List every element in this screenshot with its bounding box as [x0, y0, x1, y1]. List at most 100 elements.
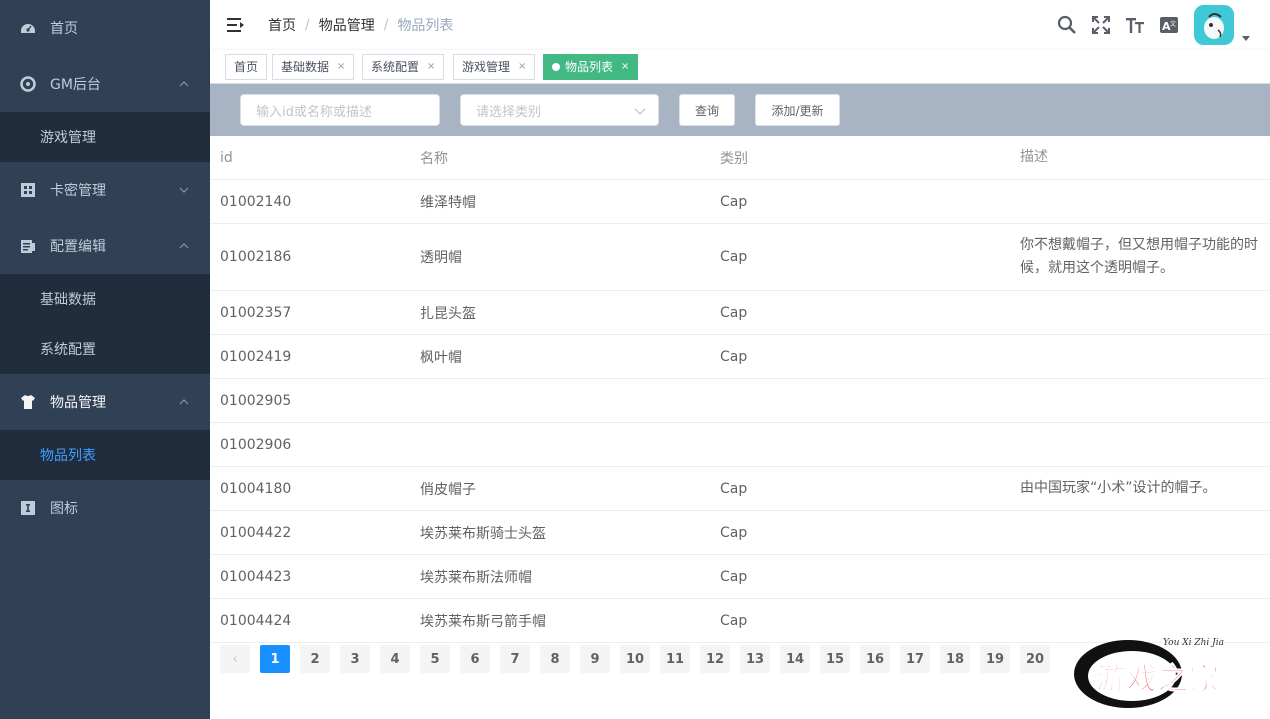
sidebar-item-system-config[interactable]: 系统配置: [0, 324, 210, 374]
page-button[interactable]: 12: [700, 645, 730, 673]
avatar-dropdown[interactable]: [1194, 5, 1250, 45]
submenu-config: 基础数据 系统配置: [0, 274, 210, 374]
page-button[interactable]: 19: [980, 645, 1010, 673]
page-button[interactable]: 16: [860, 645, 890, 673]
font-size-icon[interactable]: [1124, 14, 1146, 36]
sidebar-item-config[interactable]: 配置编辑: [0, 218, 210, 274]
page-button[interactable]: 8: [540, 645, 570, 673]
caret-down-icon: [1242, 30, 1250, 41]
search-input[interactable]: 输入id或名称或描述: [240, 94, 440, 126]
cell-category: Cap: [720, 480, 748, 497]
page-button[interactable]: 17: [900, 645, 930, 673]
tag-base-data[interactable]: 基础数据 ×: [272, 54, 355, 80]
sidebar-item-items[interactable]: 物品管理: [0, 374, 210, 430]
submenu-gm: 游戏管理: [0, 112, 210, 162]
table-row[interactable]: 01002357 扎昆头盔 Cap: [210, 291, 1270, 335]
query-button[interactable]: 查询: [679, 94, 735, 126]
breadcrumb-separator: /: [383, 17, 389, 33]
cell-category: Cap: [720, 249, 748, 265]
filter-bar: 输入id或名称或描述 请选择类别 查询 添加/更新: [210, 84, 1270, 136]
close-icon[interactable]: ×: [337, 55, 345, 79]
page-button[interactable]: 5: [420, 645, 450, 673]
active-dot-icon: [552, 63, 560, 71]
chevron-up-icon: [178, 396, 190, 408]
search-icon[interactable]: [1056, 14, 1078, 36]
page-button[interactable]: 4: [380, 645, 410, 673]
cell-id: 01002905: [220, 392, 292, 409]
page-button[interactable]: 10: [620, 645, 650, 673]
close-icon[interactable]: ×: [621, 55, 629, 79]
sidebar-item-icons[interactable]: 图标: [0, 480, 210, 536]
tag-home[interactable]: 首页: [225, 54, 268, 80]
table-row[interactable]: 01002140 维泽特帽 Cap: [210, 180, 1270, 224]
navbar: 首页 / 物品管理 / 物品列表 A文: [210, 0, 1270, 50]
page-button[interactable]: 20: [1020, 645, 1050, 673]
breadcrumb-item-list: 物品列表: [397, 18, 454, 34]
table-row[interactable]: 01002419 枫叶帽 Cap: [210, 335, 1270, 379]
tag-label: 基础数据: [281, 60, 330, 74]
cell-name: 扎昆头盔: [420, 305, 476, 322]
category-select[interactable]: 请选择类别: [460, 94, 659, 126]
hamburger-icon[interactable]: [226, 15, 246, 35]
sidebar-item-label: 卡密管理: [50, 183, 106, 199]
right-menu: A文: [1050, 0, 1250, 50]
grid-icon: [20, 182, 36, 198]
watermark-pinyin: You Xi Zhi Jia: [1163, 638, 1225, 648]
fullscreen-icon[interactable]: [1090, 14, 1112, 36]
table-row[interactable]: 01002906: [210, 423, 1270, 467]
table-row[interactable]: 01002186 透明帽 Cap 你不想戴帽子，但又想用帽子功能的时候，就用这个…: [210, 224, 1270, 291]
close-icon[interactable]: ×: [427, 55, 435, 79]
page-button[interactable]: 14: [780, 645, 810, 673]
cell-name: 维泽特帽: [420, 194, 476, 211]
page-button[interactable]: 6: [460, 645, 490, 673]
item-table: id 名称 类别 描述 01002140 维泽特帽 Cap 01002186 透…: [210, 136, 1270, 643]
cell-id: 01002906: [220, 436, 292, 453]
breadcrumb-item-management[interactable]: 物品管理: [319, 15, 375, 35]
chevron-down-icon: [634, 105, 646, 117]
table-row[interactable]: 01004423 埃苏莱布斯法师帽 Cap: [210, 555, 1270, 599]
translate-icon[interactable]: A文: [1158, 14, 1180, 36]
page-button[interactable]: 9: [580, 645, 610, 673]
table-row[interactable]: 01004422 埃苏莱布斯骑士头盔 Cap: [210, 511, 1270, 555]
tag-label: 物品列表: [565, 60, 614, 74]
table-row[interactable]: 01004180 俏皮帽子 Cap 由中国玩家“小术”设计的帽子。: [210, 467, 1270, 511]
cell-name: 俏皮帽子: [420, 481, 476, 498]
sidebar-item-card[interactable]: 卡密管理: [0, 162, 210, 218]
chevron-down-icon: [178, 184, 190, 196]
edit-icon: [20, 238, 36, 254]
chevron-up-icon: [178, 78, 190, 90]
cell-category: Cap: [720, 304, 748, 321]
page-button[interactable]: 2: [300, 645, 330, 673]
table-row[interactable]: 01002905: [210, 379, 1270, 423]
tags-view: 首页 基础数据 × 系统配置 × 游戏管理 × 物品列表 ×: [210, 50, 1270, 84]
page-button[interactable]: 7: [500, 645, 530, 673]
add-update-button[interactable]: 添加/更新: [755, 94, 840, 126]
prev-page-button[interactable]: ‹: [220, 645, 250, 673]
sidebar-item-gm[interactable]: GM后台: [0, 56, 210, 112]
cell-category: Cap: [720, 348, 748, 365]
cell-name: 埃苏莱布斯骑士头盔: [420, 525, 546, 542]
page-button[interactable]: 15: [820, 645, 850, 673]
avatar: [1194, 5, 1234, 45]
tag-system-config[interactable]: 系统配置 ×: [362, 54, 445, 80]
cell-id: 01004423: [220, 568, 292, 585]
tag-item-list[interactable]: 物品列表 ×: [543, 54, 639, 80]
cell-id: 01004180: [220, 480, 292, 497]
breadcrumb: 首页 / 物品管理 / 物品列表: [268, 0, 453, 50]
page-button[interactable]: 13: [740, 645, 770, 673]
watermark-text: 游戏之家: [1096, 662, 1220, 698]
page-button[interactable]: 11: [660, 645, 690, 673]
sidebar-item-home[interactable]: 首页: [0, 0, 210, 56]
page-button[interactable]: 3: [340, 645, 370, 673]
header-name: 名称: [420, 150, 448, 167]
tag-game-management[interactable]: 游戏管理 ×: [453, 54, 536, 80]
page-button[interactable]: 1: [260, 645, 290, 673]
sidebar-item-item-list[interactable]: 物品列表: [0, 430, 210, 480]
sidebar-item-base-data[interactable]: 基础数据: [0, 274, 210, 324]
breadcrumb-home[interactable]: 首页: [268, 15, 296, 35]
page-button[interactable]: 18: [940, 645, 970, 673]
sidebar-item-game-management[interactable]: 游戏管理: [0, 112, 210, 162]
submenu-items: 物品列表: [0, 430, 210, 480]
close-icon[interactable]: ×: [518, 55, 526, 79]
cell-category: Cap: [720, 612, 748, 629]
